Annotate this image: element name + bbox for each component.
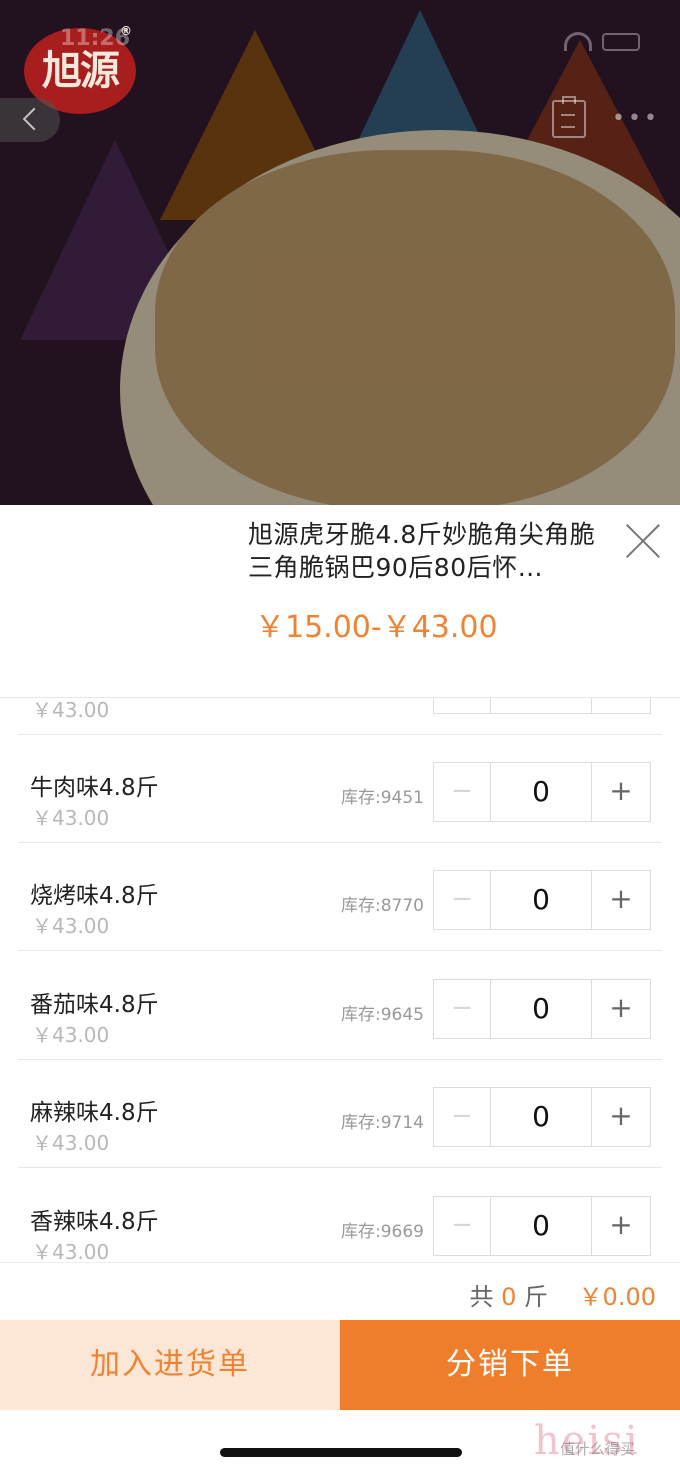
variant-price: ￥43.00 [32,914,110,938]
variant-row: 番茄味4.8斤 ￥43.00 库存:9645 − 0 + [18,951,662,1060]
summary-count: 0 [501,1283,517,1311]
quantity-input[interactable]: 0 [491,698,591,713]
order-summary: 共 0 斤 ￥0.00 [0,1262,680,1321]
quantity-input[interactable]: 0 [491,980,591,1038]
variant-stock: 库存:9669 [341,1222,424,1242]
summary-unit: 斤 [524,1283,549,1311]
status-time: 11:26 [60,26,131,51]
quantity-stepper: − 0 + [433,1087,651,1147]
plus-icon[interactable]: + [591,1088,650,1146]
quantity-stepper: − 0 + [433,870,651,930]
minus-icon[interactable]: − [434,871,491,929]
back-button[interactable] [0,98,60,142]
wifi-icon [564,32,592,51]
quantity-input[interactable]: 0 [491,871,591,929]
plus-icon[interactable]: + [591,763,650,821]
minus-icon[interactable]: − [434,1197,491,1255]
add-to-purchase-list-button[interactable]: 加入进货单 [0,1320,340,1410]
quantity-input[interactable]: 0 [491,763,591,821]
plus-icon[interactable]: + [591,1197,650,1255]
close-icon[interactable] [622,520,664,562]
quantity-input[interactable]: 0 [491,1197,591,1255]
variant-row: 香辣味4.8斤 ￥43.00 库存:9669 − 0 + [18,1168,662,1260]
summary-prefix: 共 [469,1283,494,1311]
battery-icon [602,32,640,51]
variant-price: ￥43.00 [32,806,110,830]
variant-row: 麻辣味4.8斤 ￥43.00 库存:9714 − 0 + [18,1059,662,1168]
variant-price: ￥43.00 [32,1240,110,1260]
variant-name: 香辣味4.8斤 [30,1209,159,1235]
quantity-stepper: − 0 + [433,1196,651,1256]
quantity-stepper: − 0 + [433,698,651,714]
variant-list[interactable]: ￥43.00 − 0 + 牛肉味4.8斤 ￥43.00 库存:9451 − 0 … [0,698,680,1260]
minus-icon[interactable]: − [434,698,491,713]
quantity-input[interactable]: 0 [491,1088,591,1146]
variant-row: 烧烤味4.8斤 ￥43.00 库存:8770 − 0 + [18,842,662,951]
minus-icon[interactable]: − [434,1088,491,1146]
status-icons [564,32,640,51]
quantity-stepper: − 0 + [433,979,651,1039]
variant-stock: 库存:9451 [341,788,424,808]
minus-icon[interactable]: − [434,763,491,821]
variant-row: ￥43.00 − 0 + [18,698,662,735]
variant-stock: 库存:8770 [341,896,424,916]
home-indicator [220,1448,462,1457]
variant-name: 麻辣味4.8斤 [30,1100,159,1126]
variant-row: 牛肉味4.8斤 ￥43.00 库存:9451 − 0 + [18,734,662,843]
variant-name: 烧烤味4.8斤 [30,883,159,909]
back-icon [22,107,46,131]
variant-price: ￥43.00 [32,1131,110,1155]
variant-price: ￥43.00 [32,698,110,722]
quantity-stepper: − 0 + [433,762,651,822]
variant-stock: 库存:9714 [341,1113,424,1133]
plus-icon[interactable]: + [591,698,650,713]
minus-icon[interactable]: − [434,980,491,1038]
product-image: 旭源 ® 11:26 ••• [0,0,680,505]
distribution-order-button[interactable]: 分销下单 [340,1320,680,1410]
summary-total: ￥0.00 [578,1283,656,1311]
summary-text: 共 0 斤 ￥0.00 [469,1277,656,1312]
variant-name: 番茄味4.8斤 [30,992,159,1018]
product-title: 旭源虎牙脆4.8斤妙脆角尖角脆三角脆锅巴90后80后怀… [248,520,596,582]
plus-icon[interactable]: + [591,980,650,1038]
more-icon[interactable]: ••• [612,106,660,131]
price-range: ￥15.00-￥43.00 [255,610,498,645]
variant-name: 牛肉味4.8斤 [30,775,159,801]
variant-stock: 库存:9645 [341,1005,424,1025]
plus-icon[interactable]: + [591,871,650,929]
variant-price: ￥43.00 [32,1023,110,1047]
watermark-sub: 值什么得买 [560,1440,636,1458]
clipboard-icon[interactable] [552,96,586,138]
